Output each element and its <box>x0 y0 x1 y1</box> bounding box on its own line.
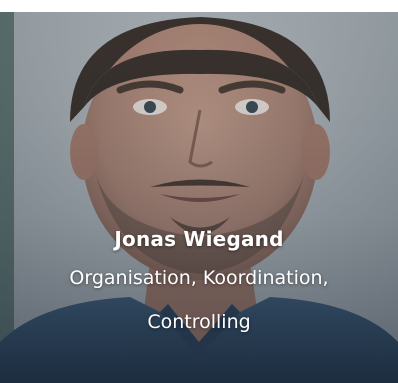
caption: Jonas Wiegand Organisation, Koordination… <box>0 222 398 344</box>
member-role-line-1: Organisation, Koordination, <box>69 267 329 289</box>
team-member-card[interactable]: Jonas Wiegand Organisation, Koordination… <box>0 0 398 383</box>
member-name: Jonas Wiegand <box>114 227 284 251</box>
member-role-line-2: Controlling <box>147 311 251 333</box>
